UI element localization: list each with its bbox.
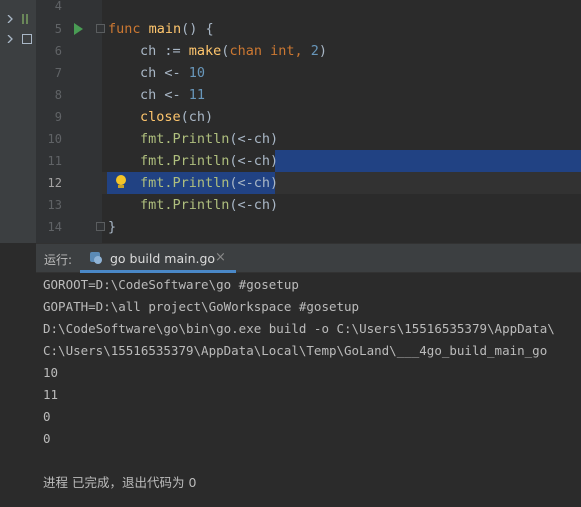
- code-line: 9 close(ch): [36, 106, 581, 128]
- close-icon[interactable]: ×: [215, 250, 226, 265]
- code-editor[interactable]: 4 5 func main() { 6 ch := make(chan int,…: [36, 0, 581, 243]
- line-number: 4: [54, 0, 62, 13]
- console-exit-line: 进程 已完成，退出代码为 0: [43, 475, 197, 490]
- run-tool-window: 运行: go build main.go × GOROOT=D:\CodeSof…: [36, 243, 581, 507]
- line-number: 12: [47, 176, 62, 190]
- line-number: 14: [47, 220, 62, 234]
- chevron-right-icon[interactable]: [6, 15, 14, 23]
- console-line: D:\CodeSoftware\go\bin\go.exe build -o C…: [43, 321, 555, 336]
- code-text: fmt.Println(<-ch): [140, 197, 279, 213]
- code-text: fmt.Println(<-ch): [140, 175, 279, 191]
- line-number: 7: [54, 66, 62, 80]
- console-line: GOROOT=D:\CodeSoftware\go #gosetup: [43, 277, 299, 292]
- code-text: fmt.Println(<-ch): [140, 153, 279, 169]
- console-line: 0: [43, 431, 51, 446]
- code-line: 13 fmt.Println(<-ch): [36, 194, 581, 216]
- fold-marker-icon[interactable]: [96, 222, 105, 231]
- project-tree-panel: [0, 0, 36, 243]
- console-output[interactable]: GOROOT=D:\CodeSoftware\go #gosetup GOPAT…: [36, 274, 581, 507]
- code-text: fmt.Println(<-ch): [140, 131, 279, 147]
- run-label: 运行:: [44, 253, 73, 267]
- code-line: 5 func main() {: [36, 18, 581, 40]
- fold-marker-icon[interactable]: [96, 24, 105, 33]
- console-line: 0: [43, 409, 51, 424]
- code-text: close(ch): [140, 109, 214, 125]
- go-file-icon: [90, 252, 102, 264]
- tree-row-1[interactable]: [0, 12, 36, 32]
- line-number: 11: [47, 154, 62, 168]
- code-line: 14 }: [36, 216, 581, 238]
- code-line: 7 ch <- 10: [36, 62, 581, 84]
- code-line: 12 fmt.Println(<-ch): [36, 172, 581, 194]
- line-number: 13: [47, 198, 62, 212]
- code-line: 11 fmt.Println(<-ch): [36, 150, 581, 172]
- line-number: 6: [54, 44, 62, 58]
- run-gutter-icon[interactable]: [74, 23, 83, 35]
- module-icon: [22, 34, 32, 44]
- code-line: 10 fmt.Println(<-ch): [36, 128, 581, 150]
- selection-highlight: [275, 150, 581, 172]
- code-text: ch <- 10: [140, 65, 206, 81]
- code-text: func main() {: [108, 21, 214, 37]
- tab-label: go build main.go: [110, 251, 216, 266]
- tree-row-2[interactable]: [0, 32, 36, 52]
- line-number: 10: [47, 132, 62, 146]
- code-line: 6 ch := make(chan int, 2): [36, 40, 581, 62]
- run-tab-bar: 运行: go build main.go ×: [36, 244, 581, 273]
- chevron-right-icon[interactable]: [6, 35, 14, 43]
- code-text: ch := make(chan int, 2): [140, 43, 328, 59]
- console-line: GOPATH=D:\all project\GoWorkspace #goset…: [43, 299, 360, 314]
- code-line: 8 ch <- 11: [36, 84, 581, 106]
- library-icon: [22, 14, 28, 24]
- console-line: 10: [43, 365, 59, 380]
- intention-bulb-icon[interactable]: [116, 175, 126, 189]
- console-line: 11: [43, 387, 59, 402]
- tab-go-build-main[interactable]: go build main.go ×: [80, 244, 236, 273]
- line-number: 8: [54, 88, 62, 102]
- code-text: ch <- 11: [140, 87, 206, 103]
- console-line: C:\Users\15516535379\AppData\Local\Temp\…: [43, 343, 548, 358]
- line-number: 5: [54, 22, 62, 36]
- code-text: }: [108, 219, 117, 235]
- line-number: 9: [54, 110, 62, 124]
- code-line: 4: [36, 0, 581, 17]
